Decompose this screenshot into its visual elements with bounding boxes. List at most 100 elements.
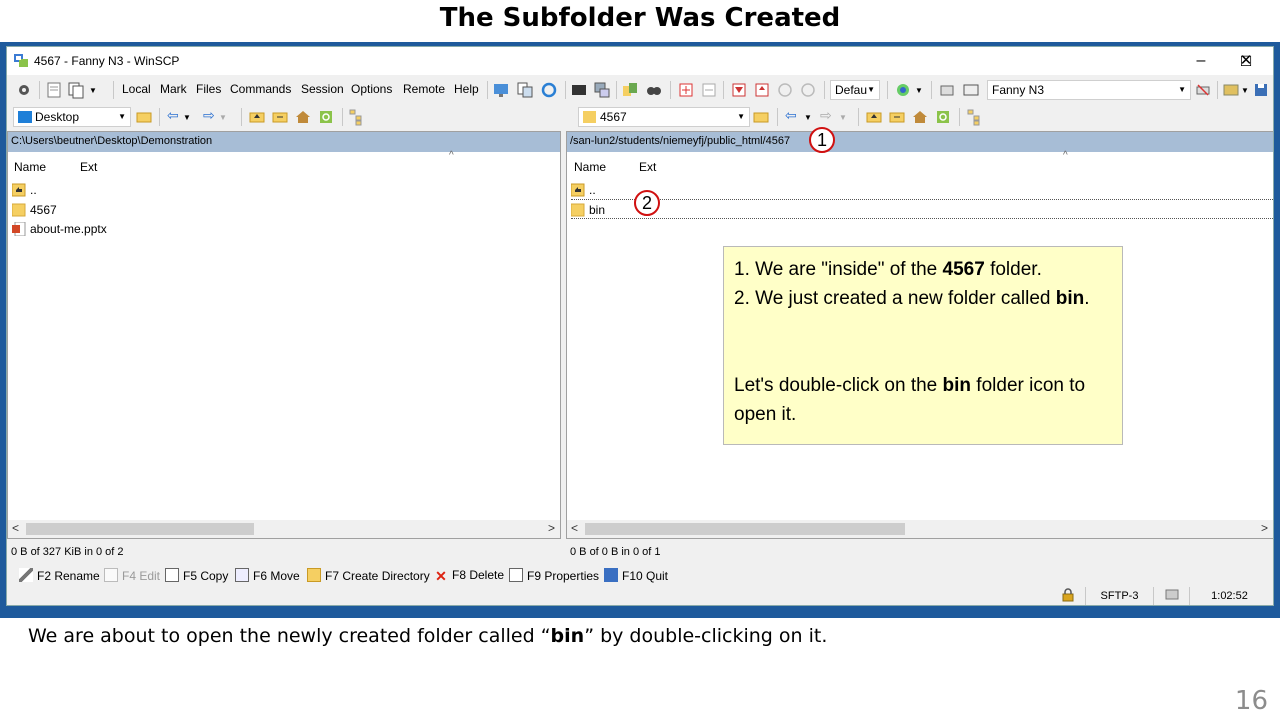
parent-folder-icon	[12, 183, 26, 197]
disabled-refresh-icon	[801, 83, 815, 97]
select-all-icon[interactable]	[677, 81, 695, 99]
chevron-down-icon[interactable]: ▼	[915, 86, 923, 104]
local-selection-status: 0 B of 327 KiB in 0 of 2	[11, 546, 124, 558]
window-title: 4567 - Fanny N3 - WinSCP	[34, 54, 180, 68]
delete-button[interactable]: ✕ F8 Delete	[434, 568, 504, 583]
open-folder-icon[interactable]	[752, 108, 770, 126]
refresh-icon[interactable]	[317, 108, 335, 126]
putty-icon[interactable]	[593, 81, 611, 99]
sessions-icon[interactable]	[962, 81, 980, 99]
unselect-icon[interactable]	[700, 81, 718, 99]
winscp-app-icon	[14, 54, 28, 67]
synchronize-icon[interactable]	[516, 81, 534, 99]
slide-caption: We are about to open the newly created f…	[28, 625, 827, 647]
chevron-down-icon[interactable]: ▼	[89, 86, 97, 104]
console-icon[interactable]	[570, 81, 588, 99]
column-header-ext[interactable]: Ext	[639, 160, 656, 174]
refresh-icon[interactable]	[934, 108, 952, 126]
sort-icon[interactable]	[753, 81, 771, 99]
properties-button[interactable]: F9 Properties	[509, 568, 599, 583]
back-arrow-icon[interactable]: ⇦	[167, 107, 179, 125]
menu-mark[interactable]: Mark	[160, 82, 187, 96]
new-folder-icon	[307, 568, 321, 582]
parent-directory-icon[interactable]	[865, 108, 883, 126]
delete-label: F8 Delete	[452, 568, 505, 582]
file-row-parent[interactable]: ..	[571, 182, 1267, 200]
parent-directory-icon[interactable]	[248, 108, 266, 126]
transfer-icon[interactable]	[621, 81, 639, 99]
menu-files[interactable]: Files	[196, 82, 221, 96]
copy-docs-icon[interactable]	[67, 81, 85, 99]
network-icon[interactable]	[492, 81, 510, 99]
menu-session[interactable]: Session	[301, 82, 344, 96]
scroll-left-icon[interactable]: <	[12, 521, 19, 535]
home-icon[interactable]	[911, 108, 929, 126]
scroll-right-icon[interactable]: >	[1261, 521, 1268, 535]
move-button[interactable]: F6 Move	[235, 568, 300, 583]
parent-folder-icon	[571, 183, 585, 197]
file-row-4567[interactable]: 4567	[12, 202, 552, 220]
chevron-down-icon[interactable]: ▼	[183, 113, 191, 131]
scroll-left-icon[interactable]: <	[571, 521, 578, 535]
tree-icon[interactable]	[347, 108, 365, 126]
home-icon[interactable]	[294, 108, 312, 126]
disconnect-icon[interactable]	[1194, 81, 1212, 99]
quit-button[interactable]: F10 Quit	[604, 568, 668, 583]
scroll-right-icon[interactable]: >	[548, 521, 555, 535]
left-location-combo[interactable]: Desktop ▼	[13, 107, 131, 127]
preferences-icon[interactable]	[894, 81, 912, 99]
column-header-name[interactable]: Name	[14, 160, 46, 174]
local-path[interactable]: C:\Users\beutner\Desktop\Demonstration	[8, 132, 560, 152]
move-label: F6 Move	[253, 569, 300, 583]
copy-button[interactable]: F5 Copy	[165, 568, 228, 583]
scrollbar-thumb[interactable]	[26, 523, 254, 535]
filter-icon[interactable]	[730, 81, 748, 99]
remote-path[interactable]: /san-lun2/students/niemeyfj/public_html/…	[567, 132, 1273, 152]
title-bar: 4567 - Fanny N3 - WinSCP – ☐	[7, 47, 1273, 75]
toolbar-icon[interactable]	[1222, 81, 1240, 99]
queue-icon[interactable]	[45, 81, 63, 99]
column-header-ext[interactable]: Ext	[80, 160, 97, 174]
local-file-panel[interactable]: C:\Users\beutner\Desktop\Demonstration ^…	[7, 131, 561, 539]
transfer-settings-combo[interactable]: Defau ▼	[830, 80, 880, 100]
file-row-parent[interactable]: ..	[12, 182, 552, 200]
status-bar: SFTP-3 1:02:52	[7, 586, 1273, 605]
close-button[interactable]: ✕	[1226, 50, 1266, 72]
menu-options[interactable]: Options	[351, 82, 392, 96]
rename-button[interactable]: F2 Rename	[19, 568, 100, 583]
slide-title: The Subfolder Was Created	[439, 3, 841, 33]
column-header-name[interactable]: Name	[574, 160, 606, 174]
menu-local[interactable]: Local	[122, 82, 151, 96]
copy-label: F5 Copy	[183, 569, 229, 583]
new-session-icon[interactable]	[938, 81, 956, 99]
root-directory-icon[interactable]	[271, 108, 289, 126]
menu-help[interactable]: Help	[454, 82, 479, 96]
left-location-value: Desktop	[35, 110, 80, 124]
find-files-icon[interactable]	[645, 81, 663, 99]
file-row-about-me[interactable]: about-me.pptx	[12, 221, 552, 239]
save-icon[interactable]	[1252, 81, 1270, 99]
root-directory-icon[interactable]	[888, 108, 906, 126]
tree-icon[interactable]	[965, 108, 983, 126]
menu-toolbar: ▼ Local Mark Files Commands Session Opti…	[7, 77, 1273, 103]
create-directory-label: F7 Create Directory	[325, 569, 430, 583]
forward-arrow-icon[interactable]: ⇨	[203, 107, 215, 125]
chevron-down-icon[interactable]: ▼	[1241, 86, 1249, 104]
quit-label: F10 Quit	[622, 569, 669, 583]
local-horizontal-scrollbar[interactable]: < >	[8, 520, 560, 538]
scrollbar-thumb[interactable]	[585, 523, 905, 535]
chevron-down-icon[interactable]: ▼	[804, 113, 812, 131]
back-arrow-icon[interactable]: ⇦	[785, 107, 797, 125]
callout-text: folder.	[984, 259, 1042, 280]
file-name: ..	[589, 183, 596, 197]
menu-commands[interactable]: Commands	[230, 82, 291, 96]
menu-remote[interactable]: Remote	[403, 82, 445, 96]
remote-selection-status: 0 B of 0 B in 0 of 1	[570, 546, 661, 558]
session-combo[interactable]: Fanny N3 ▼	[987, 80, 1191, 100]
open-folder-icon[interactable]	[135, 108, 153, 126]
create-directory-button[interactable]: F7 Create Directory	[307, 568, 430, 583]
preferences-gear-icon[interactable]	[15, 81, 33, 99]
refresh-icon[interactable]	[540, 81, 558, 99]
right-location-combo[interactable]: 4567 ▼	[578, 107, 750, 127]
remote-horizontal-scrollbar[interactable]: < >	[567, 520, 1273, 538]
